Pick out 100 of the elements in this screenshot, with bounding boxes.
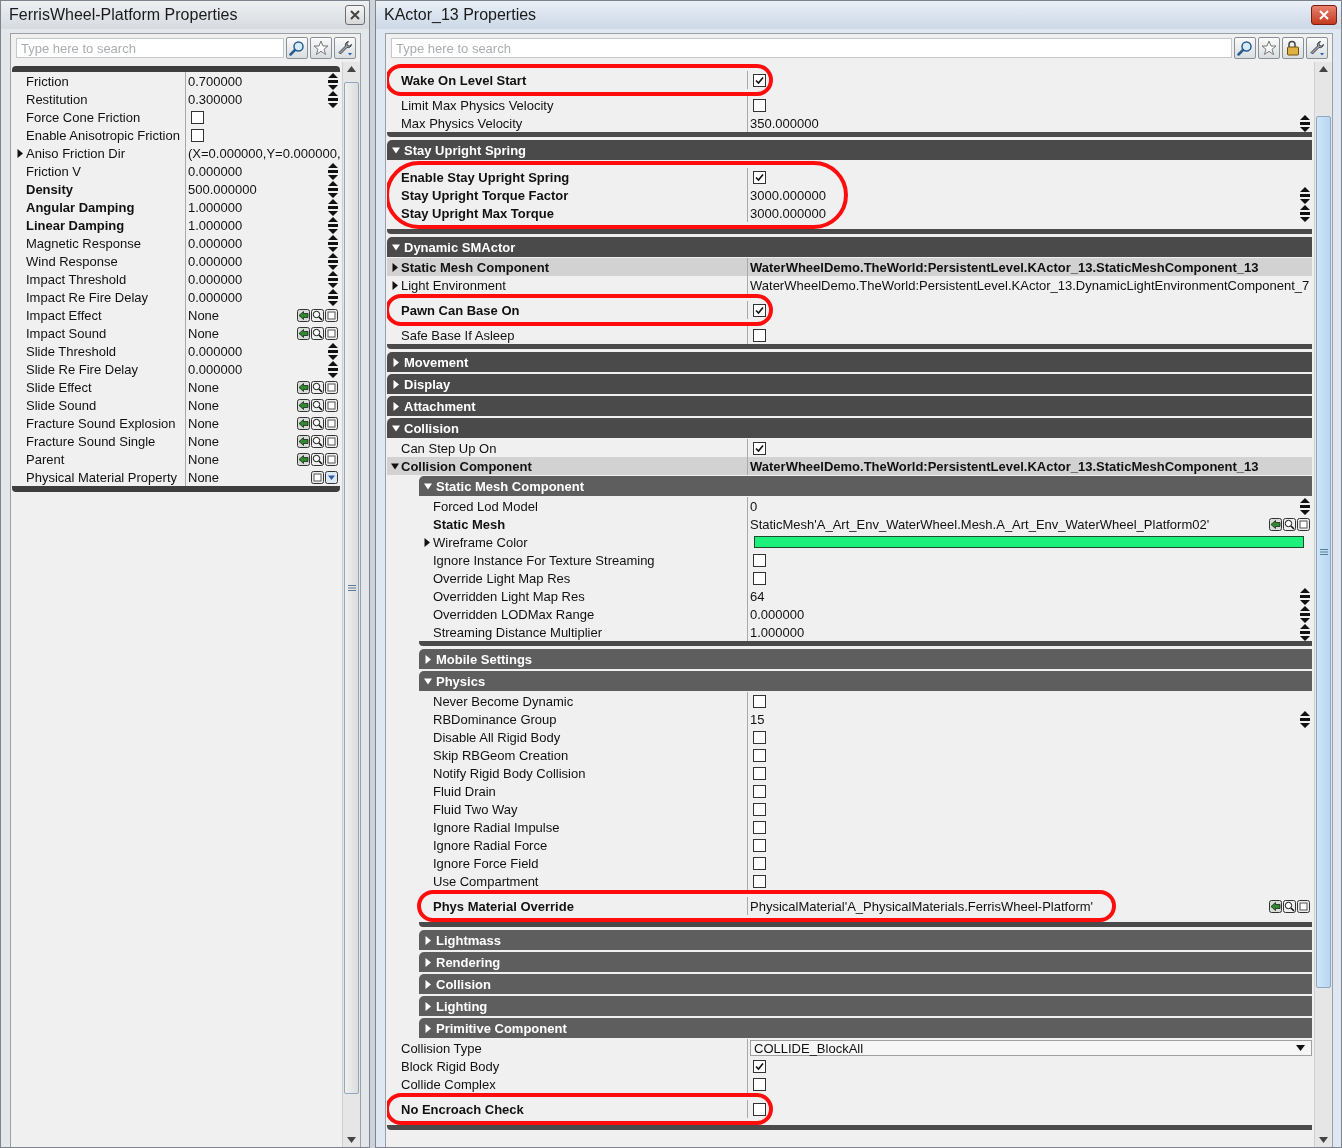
spinner-icon[interactable]: [328, 162, 338, 180]
spinner-icon[interactable]: [328, 252, 338, 270]
search-icon[interactable]: [311, 398, 324, 412]
expand-arrow-icon[interactable]: [392, 145, 400, 155]
search-icon[interactable]: [1283, 899, 1296, 913]
checkbox[interactable]: [753, 170, 766, 184]
square-icon[interactable]: [325, 308, 338, 322]
property-value[interactable]: 3000.000000: [750, 187, 826, 203]
property-value[interactable]: (X=0.000000,Y=0.000000,: [188, 145, 340, 161]
category-header[interactable]: Primitive Component: [419, 1018, 1312, 1038]
property-value[interactable]: 0.000000: [188, 343, 243, 359]
expand-arrow-icon[interactable]: [392, 379, 400, 389]
category-header[interactable]: Static Mesh Component: [419, 476, 1312, 496]
spinner-icon[interactable]: [1300, 186, 1310, 204]
search-button[interactable]: [1234, 37, 1256, 59]
category-header[interactable]: Attachment: [387, 396, 1312, 416]
checkbox[interactable]: [753, 1059, 766, 1073]
arrow-left-icon[interactable]: [297, 398, 310, 412]
expand-arrow-icon[interactable]: [391, 281, 399, 290]
square-icon[interactable]: [1297, 517, 1310, 531]
expand-arrow-icon[interactable]: [424, 957, 432, 967]
spinner-icon[interactable]: [328, 360, 338, 378]
spinner-icon[interactable]: [1300, 204, 1310, 222]
property-value[interactable]: 1.000000: [188, 199, 243, 215]
expand-arrow-icon[interactable]: [392, 357, 400, 367]
checkbox[interactable]: [753, 766, 766, 780]
grip-icon[interactable]: [1319, 548, 1328, 556]
search-button[interactable]: [286, 37, 308, 59]
search-icon[interactable]: [311, 416, 324, 430]
arrow-left-icon[interactable]: [297, 326, 310, 340]
checkbox[interactable]: [753, 874, 766, 888]
spinner-icon[interactable]: [328, 90, 338, 108]
checkbox[interactable]: [753, 802, 766, 816]
search-field[interactable]: Type here to search: [16, 38, 284, 58]
expand-arrow-icon[interactable]: [391, 263, 399, 272]
search-icon[interactable]: [311, 308, 324, 322]
checkbox[interactable]: [753, 820, 766, 834]
search-icon[interactable]: [1283, 517, 1296, 531]
grip-icon[interactable]: [347, 584, 356, 592]
options-button[interactable]: [334, 37, 356, 59]
checkbox[interactable]: [753, 553, 766, 567]
spinner-icon[interactable]: [328, 342, 338, 360]
spinner-icon[interactable]: [1300, 710, 1310, 728]
property-value[interactable]: 64: [750, 588, 765, 604]
expand-arrow-icon[interactable]: [424, 1001, 432, 1011]
arrow-left-icon[interactable]: [297, 416, 310, 430]
checkbox[interactable]: [191, 110, 204, 124]
spinner-icon[interactable]: [1300, 497, 1310, 515]
lock-button[interactable]: [1282, 37, 1304, 59]
expand-arrow-icon[interactable]: [424, 1023, 432, 1033]
checkbox[interactable]: [753, 694, 766, 708]
checkbox[interactable]: [753, 73, 766, 87]
favorites-button[interactable]: [1258, 37, 1280, 59]
square-icon[interactable]: [325, 416, 338, 430]
square-icon[interactable]: [311, 470, 324, 484]
category-header[interactable]: Dynamic SMActor: [387, 237, 1312, 257]
scrollbar[interactable]: [1314, 62, 1332, 1147]
category-header[interactable]: Display: [387, 374, 1312, 394]
property-value[interactable]: 0.000000: [750, 606, 805, 622]
color-swatch[interactable]: [754, 536, 1304, 548]
category-header[interactable]: Stay Upright Spring: [387, 140, 1312, 160]
square-icon[interactable]: [325, 326, 338, 340]
property-value[interactable]: 0.300000: [188, 91, 243, 107]
spinner-icon[interactable]: [1300, 623, 1310, 641]
checkbox[interactable]: [753, 748, 766, 762]
arrow-left-icon[interactable]: [297, 308, 310, 322]
property-value[interactable]: 1.000000: [750, 624, 805, 640]
scroll-up-icon[interactable]: [347, 66, 356, 72]
scrollbar-thumb[interactable]: [1316, 116, 1331, 988]
expand-arrow-icon[interactable]: [391, 462, 399, 471]
options-button[interactable]: [1306, 37, 1328, 59]
property-value[interactable]: 350.000000: [750, 115, 819, 131]
search-field[interactable]: Type here to search: [391, 38, 1232, 58]
scroll-down-icon[interactable]: [1319, 1137, 1328, 1143]
property-value[interactable]: 0.700000: [188, 73, 243, 89]
property-value[interactable]: 0.000000: [188, 163, 243, 179]
square-icon[interactable]: [325, 434, 338, 448]
expand-arrow-icon[interactable]: [392, 242, 400, 252]
arrow-left-icon[interactable]: [1269, 517, 1282, 531]
spinner-icon[interactable]: [328, 72, 338, 90]
spinner-icon[interactable]: [1300, 114, 1310, 132]
category-header[interactable]: Collision: [387, 418, 1312, 438]
expand-arrow-icon[interactable]: [16, 149, 24, 158]
search-icon[interactable]: [311, 380, 324, 394]
search-icon[interactable]: [311, 452, 324, 466]
scroll-up-icon[interactable]: [1319, 66, 1328, 72]
property-value[interactable]: 0.000000: [188, 235, 243, 251]
spinner-icon[interactable]: [328, 180, 338, 198]
expand-arrow-icon[interactable]: [424, 979, 432, 989]
expand-arrow-icon[interactable]: [424, 481, 432, 491]
arrow-left-icon[interactable]: [297, 380, 310, 394]
checkbox[interactable]: [753, 571, 766, 585]
property-value[interactable]: 0.000000: [188, 361, 243, 377]
scroll-down-icon[interactable]: [347, 1137, 356, 1143]
selected-row[interactable]: Static Mesh Component WaterWheelDemo.TheWorld:PersistentLevel.KActor_13.StaticMeshComponent_13: [387, 258, 1312, 276]
arrow-left-icon[interactable]: [1269, 899, 1282, 913]
expand-arrow-icon[interactable]: [424, 935, 432, 945]
checkbox[interactable]: [753, 328, 766, 342]
expand-arrow-icon[interactable]: [392, 401, 400, 411]
spinner-icon[interactable]: [328, 270, 338, 288]
